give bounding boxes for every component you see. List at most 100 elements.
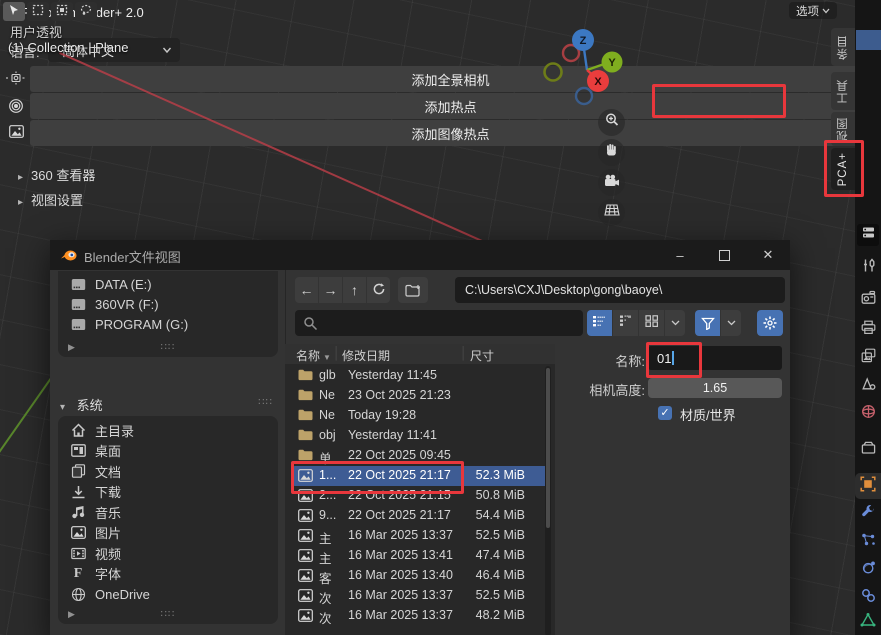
properties-tab[interactable] [855,437,881,463]
properties-tab[interactable] [855,317,881,343]
operator-button[interactable]: 添加图像热点 [30,120,871,146]
render-icon [861,290,876,310]
options-dropdown[interactable]: 选项 [789,2,837,19]
system-item[interactable]: 音乐 [70,502,265,522]
axis-neg-z-handle[interactable] [576,88,592,104]
up-button[interactable]: ↑ [343,277,367,303]
blender-window: 用户透视 (1) Collection | Plane 选项 Z Y X ▾ P… [0,0,881,635]
select-tool-button[interactable] [51,2,73,21]
system-item[interactable]: 文档 [70,461,265,481]
close-button[interactable]: ✕ [746,240,790,270]
expand-arrow-icon[interactable]: ▶ [68,342,75,353]
file-row[interactable]: 次 16 Mar 2025 13:37 52.5 MiB [291,586,549,606]
file-date: 16 Mar 2025 13:40 [348,568,453,582]
panel-section-header[interactable]: ▸视图设置 [18,190,83,208]
properties-tab[interactable] [855,557,881,583]
file-row[interactable]: 次 16 Mar 2025 13:37 48.2 MiB [291,606,549,626]
back-button[interactable]: ← [295,277,319,303]
properties-tab[interactable] [855,585,881,611]
column-date[interactable]: 修改日期 [342,347,390,364]
select-tool-button[interactable] [75,2,97,21]
grip-dots-icon[interactable]: ∷∷ [258,397,273,408]
chevron-right-icon: ▸ [18,172,23,183]
object-icon [860,476,876,497]
volume-item[interactable]: 360VR (F:) [70,294,265,314]
sidebar-tab-条目[interactable]: 条目 [831,28,855,66]
properties-tab[interactable] [855,287,881,313]
editor-type-button[interactable] [857,224,879,246]
expand-arrow-icon[interactable]: ▶ [68,609,75,620]
volume-item[interactable]: PROGRAM (G:) [70,314,265,334]
system-section-header[interactable]: ▾ 系统 [60,395,103,413]
file-row[interactable]: 9... 22 Oct 2025 21:17 54.4 MiB [291,506,549,526]
minimize-button[interactable]: – [658,240,702,270]
column-name[interactable]: 名称▼ [296,347,331,364]
image-file-icon [298,609,313,625]
file-row[interactable]: Ne 23 Oct 2025 21:23 [291,386,549,406]
properties-tab[interactable] [855,255,881,281]
system-item[interactable]: 视频 [70,543,265,563]
file-row[interactable]: obj Yesterday 11:41 [291,426,549,446]
navigation-gizmo[interactable]: Z Y X [540,26,632,118]
panel-header[interactable]: ▾ PanoCamAdder+ 2.0 ∷∷ [0,4,881,24]
file-row[interactable]: 客 16 Mar 2025 13:40 46.4 MiB [291,566,549,586]
volume-item[interactable]: DATA (E:) [70,274,265,294]
column-size[interactable]: 尺寸 [470,347,494,364]
file-date: 16 Mar 2025 13:41 [348,548,453,562]
forward-button[interactable]: → [319,277,343,303]
system-item[interactable]: OneDrive [70,584,265,604]
system-item[interactable]: 图片 [70,523,265,543]
list-horizontal-icon [619,314,633,332]
camera-height-field[interactable]: 1.65 [648,378,782,398]
properties-tab[interactable] [855,609,881,635]
properties-tab[interactable] [855,345,881,371]
sidebar-tab-工具[interactable]: 工具 [831,72,855,110]
search-input[interactable] [295,310,583,336]
path-field[interactable]: C:\Users\CXJ\Desktop\gong\baoye\ [455,277,785,303]
system-item[interactable]: 桌面 [70,441,265,461]
filter-button[interactable] [695,310,721,336]
properties-tab[interactable] [855,473,881,499]
refresh-button[interactable] [367,277,390,303]
settings-button[interactable] [757,310,783,336]
file-row[interactable]: glb Yesterday 11:45 [291,366,549,386]
file-date: Today 19:28 [348,408,416,422]
view-mode-vertical-list[interactable] [587,310,613,336]
selected-row-indicator [856,30,881,50]
maximize-button[interactable] [702,240,746,270]
system-item[interactable]: F字体 [70,564,265,584]
view-mode-horizontal-list[interactable] [613,310,639,336]
scene-icon [861,376,876,396]
select-tool-button[interactable] [27,2,49,21]
dialog-titlebar[interactable]: Blender文件视图 – ✕ [50,240,790,270]
system-item[interactable]: 主目录 [70,420,265,440]
filter-options-chevron[interactable] [721,310,741,336]
folder-icon [298,429,313,444]
toggle-ortho-button[interactable] [598,199,625,226]
file-row[interactable]: Ne Today 19:28 [291,406,549,426]
panel-section-header[interactable]: ▸360 查看器 [18,165,95,183]
system-item[interactable]: 下载 [70,482,265,502]
new-folder-button[interactable] [398,277,428,303]
file-list-scrollbar[interactable] [545,366,551,635]
dialog-title: Blender文件视图 [84,247,181,266]
zoom-button[interactable] [598,109,625,136]
file-name: obj [319,428,345,442]
file-row[interactable]: 主 16 Mar 2025 13:41 47.4 MiB [291,546,549,566]
file-name: glb [319,368,345,382]
properties-tab[interactable] [855,373,881,399]
lasso-select-icon [80,3,92,21]
properties-tab[interactable] [855,401,881,427]
view-mode-thumbnails[interactable] [639,310,665,336]
grip-dots-icon[interactable]: ∷∷ [161,342,176,353]
properties-tab[interactable] [855,501,881,527]
camera-view-button[interactable] [598,169,625,196]
grip-dots-icon[interactable]: ∷∷ [161,609,176,620]
select-tool-button[interactable] [3,2,25,21]
axis-neg-y-handle[interactable] [545,64,562,81]
file-row[interactable]: 主 16 Mar 2025 13:37 52.5 MiB [291,526,549,546]
pan-button[interactable] [598,139,625,166]
material-world-checkbox[interactable]: ✓ [658,406,672,420]
properties-tab[interactable] [855,529,881,555]
view-mode-chevron[interactable] [665,310,685,336]
